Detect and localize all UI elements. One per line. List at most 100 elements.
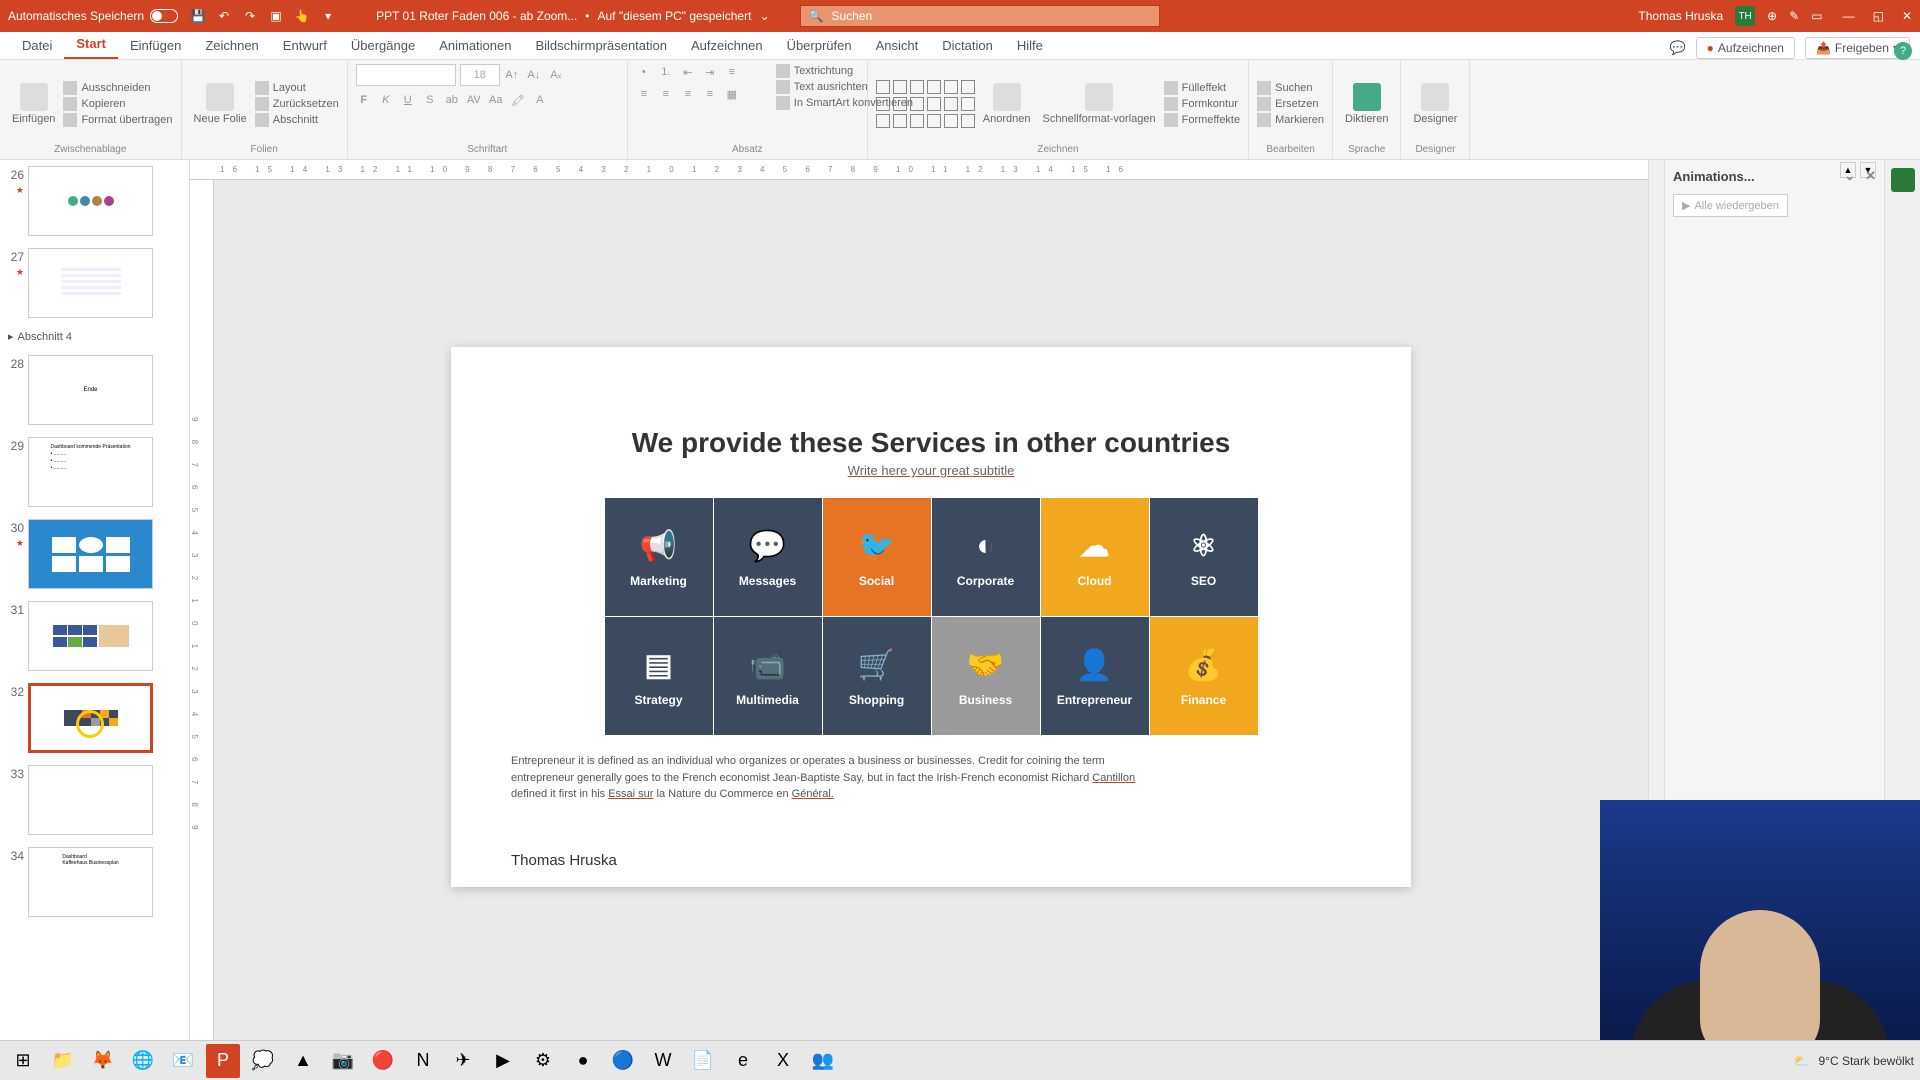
close-icon[interactable]: ✕ <box>1902 9 1912 23</box>
globe-icon[interactable]: ⊕ <box>1767 9 1777 23</box>
thumb-28[interactable]: 28Ende <box>0 349 189 431</box>
tile-corporate[interactable]: ◐Corporate <box>932 498 1040 616</box>
touch-icon[interactable]: 👆 <box>294 8 310 24</box>
paste-button[interactable]: Einfügen <box>8 81 59 127</box>
record-button[interactable]: ●Aufzeichnen <box>1696 37 1795 59</box>
align-center-icon[interactable]: ≡ <box>658 86 674 102</box>
decrease-font-icon[interactable]: A↓ <box>526 67 542 83</box>
thumb-image[interactable]: Ende <box>28 355 153 425</box>
search-box[interactable]: 🔍 Suchen <box>800 5 1160 27</box>
play-all-button[interactable]: ▶Alle wiedergeben <box>1673 194 1788 217</box>
tile-business[interactable]: 🤝Business <box>932 617 1040 735</box>
slide[interactable]: We provide these Services in other count… <box>451 347 1411 887</box>
toggle-switch[interactable] <box>150 9 178 23</box>
slide-subtitle[interactable]: Write here your great subtitle <box>511 463 1351 478</box>
chevron-down-icon[interactable]: ⌄ <box>759 9 769 23</box>
word-icon[interactable]: W <box>646 1044 680 1078</box>
designer-button[interactable]: Designer <box>1409 81 1461 127</box>
thumb-image[interactable]: Dashboard kommende Präsentation• .......… <box>28 437 153 507</box>
highlight-icon[interactable]: 🖍 <box>510 92 526 108</box>
columns-icon[interactable]: ▦ <box>724 86 740 102</box>
vlc-icon[interactable]: ▲ <box>286 1044 320 1078</box>
decrease-indent-icon[interactable]: ⇤ <box>680 64 696 80</box>
copy-button[interactable]: Kopieren <box>63 97 172 111</box>
tab-aufzeichnen[interactable]: Aufzeichnen <box>679 32 775 59</box>
save-location[interactable]: Auf "diesem PC" gespeichert <box>598 9 752 23</box>
cut-button[interactable]: Ausschneiden <box>63 81 172 95</box>
bullets-icon[interactable]: • <box>636 64 652 80</box>
autosave-toggle[interactable]: Automatisches Speichern <box>8 9 178 23</box>
services-grid[interactable]: 📢Marketing 💬Messages 🐦Social ◐Corporate … <box>605 498 1258 735</box>
thumb-27[interactable]: 27★ <box>0 242 189 324</box>
app-icon[interactable]: ▶ <box>486 1044 520 1078</box>
tab-datei[interactable]: Datei <box>10 32 64 59</box>
reset-button[interactable]: Zurücksetzen <box>255 97 339 111</box>
thumb-image[interactable]: DashboardKaffeehaus Businessplan <box>28 847 153 917</box>
edge-icon[interactable]: e <box>726 1044 760 1078</box>
user-name[interactable]: Thomas Hruska <box>1638 9 1723 23</box>
tile-marketing[interactable]: 📢Marketing <box>605 498 713 616</box>
tab-uebergaenge[interactable]: Übergänge <box>339 32 427 59</box>
tile-multimedia[interactable]: 📹Multimedia <box>714 617 822 735</box>
thumb-image[interactable] <box>28 166 153 236</box>
tile-cloud[interactable]: ☁Cloud <box>1041 498 1149 616</box>
qat-dropdown-icon[interactable]: ▾ <box>320 8 336 24</box>
tile-seo[interactable]: ⚛SEO <box>1150 498 1258 616</box>
justify-icon[interactable]: ≡ <box>702 86 718 102</box>
slide-author[interactable]: Thomas Hruska <box>511 852 617 869</box>
spacing-icon[interactable]: AV <box>466 92 482 108</box>
clear-format-icon[interactable]: Aₓ <box>548 67 564 83</box>
pen-icon[interactable]: ✎ <box>1789 9 1799 23</box>
section-button[interactable]: Abschnitt <box>255 113 339 127</box>
thumb-33[interactable]: 33 <box>0 759 189 841</box>
new-slide-button[interactable]: Neue Folie <box>190 81 251 127</box>
tile-finance[interactable]: 💰Finance <box>1150 617 1258 735</box>
thumb-32[interactable]: 32 <box>0 677 189 759</box>
firefox-icon[interactable]: 🦊 <box>86 1044 120 1078</box>
replace-button[interactable]: Ersetzen <box>1257 97 1324 111</box>
tab-hilfe[interactable]: Hilfe <box>1005 32 1055 59</box>
tab-einfuegen[interactable]: Einfügen <box>118 32 193 59</box>
thumb-34[interactable]: 34DashboardKaffeehaus Businessplan <box>0 841 189 923</box>
align-right-icon[interactable]: ≡ <box>680 86 696 102</box>
find-button[interactable]: Suchen <box>1257 81 1324 95</box>
help-icon[interactable]: ? <box>1894 42 1912 60</box>
save-icon[interactable]: 💾 <box>190 8 206 24</box>
slide-thumbnails-panel[interactable]: 26★ 27★ ▸Abschnitt 4 28Ende 29Dashboard … <box>0 160 190 1054</box>
redo-icon[interactable]: ↷ <box>242 8 258 24</box>
outlook-icon[interactable]: 📧 <box>166 1044 200 1078</box>
excel-icon[interactable]: X <box>766 1044 800 1078</box>
tile-strategy[interactable]: ▤Strategy <box>605 617 713 735</box>
bold-icon[interactable]: F <box>356 92 372 108</box>
maximize-icon[interactable]: ◱ <box>1873 9 1884 23</box>
quickstyles-button[interactable]: Schnellformat-vorlagen <box>1039 81 1160 127</box>
teams-icon[interactable]: 👥 <box>806 1044 840 1078</box>
comments-icon[interactable]: 💬 <box>1669 40 1685 56</box>
tile-entrepreneur[interactable]: 👤Entrepreneur <box>1041 617 1149 735</box>
tab-start[interactable]: Start <box>64 30 118 59</box>
strikethrough-icon[interactable]: S <box>422 92 438 108</box>
thumb-image[interactable] <box>28 601 153 671</box>
thumb-26[interactable]: 26★ <box>0 160 189 242</box>
underline-icon[interactable]: U <box>400 92 416 108</box>
effects-button[interactable]: Formeffekte <box>1164 113 1241 127</box>
tab-ueberpruefen[interactable]: Überprüfen <box>775 32 864 59</box>
slide-title[interactable]: We provide these Services in other count… <box>511 427 1351 459</box>
present-icon[interactable]: ▣ <box>268 8 284 24</box>
line-spacing-icon[interactable]: ≡ <box>724 64 740 80</box>
app-icon[interactable]: ● <box>566 1044 600 1078</box>
font-size-select[interactable]: 18 <box>460 64 500 86</box>
tab-ansicht[interactable]: Ansicht <box>864 32 931 59</box>
tile-social[interactable]: 🐦Social <box>823 498 931 616</box>
chevron-down-icon[interactable]: ⌄ <box>1844 168 1855 184</box>
font-color-icon[interactable]: A <box>532 92 548 108</box>
app-icon[interactable]: 🔵 <box>606 1044 640 1078</box>
arrange-button[interactable]: Anordnen <box>979 81 1035 127</box>
tile-messages[interactable]: 💬Messages <box>714 498 822 616</box>
system-tray[interactable]: ⛅ 9°C Stark bewölkt <box>1794 1054 1914 1068</box>
tab-animationen[interactable]: Animationen <box>427 32 523 59</box>
format-painter-button[interactable]: Format übertragen <box>63 113 172 127</box>
window-icon[interactable]: ▭ <box>1811 9 1822 23</box>
powerpoint-icon[interactable]: P <box>206 1044 240 1078</box>
italic-icon[interactable]: K <box>378 92 394 108</box>
